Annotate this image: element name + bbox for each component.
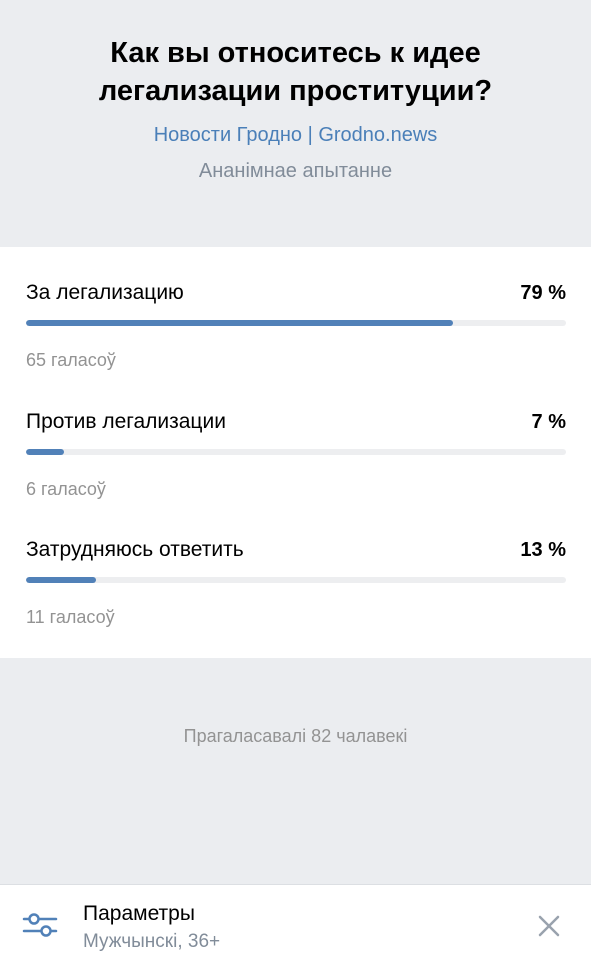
answer-percent: 13 % bbox=[520, 539, 566, 561]
answer-option[interactable]: Затрудняюсь ответить 13 % 11 галасоў bbox=[26, 537, 566, 647]
answer-option[interactable]: За легализацию 79 % 65 галасоў bbox=[26, 280, 566, 390]
poll-header: Как вы относитесь к идее легализации про… bbox=[0, 0, 591, 247]
poll-title: Как вы относитесь к идее легализации про… bbox=[98, 37, 493, 107]
answer-votes: 65 галасоў bbox=[26, 350, 116, 370]
answer-progress-track bbox=[26, 577, 566, 583]
answer-votes: 6 галасоў bbox=[26, 479, 106, 499]
answer-label: Против легализации bbox=[26, 410, 226, 433]
answer-option[interactable]: Против легализации 7 % 6 галасоў bbox=[26, 409, 566, 519]
answer-progress-fill bbox=[26, 449, 64, 455]
answer-progress-track bbox=[26, 320, 566, 326]
poll-source-link[interactable]: Новости Гродно | Grodno.news bbox=[0, 122, 591, 148]
answer-votes: 11 галасоў bbox=[26, 607, 115, 627]
answer-progress-fill bbox=[26, 320, 453, 326]
answer-progress-track bbox=[26, 449, 566, 455]
answer-progress-fill bbox=[26, 577, 97, 583]
answer-label: Затрудняюсь ответить bbox=[26, 538, 244, 561]
filter-subtitle: Мужчынскі, 36+ bbox=[83, 931, 221, 952]
answer-percent: 7 % bbox=[531, 411, 566, 433]
answer-label: За легализацию bbox=[26, 281, 184, 304]
filter-title: Параметры bbox=[83, 902, 195, 925]
close-icon[interactable] bbox=[536, 913, 562, 939]
poll-type: Ананімнае апытанне bbox=[198, 160, 393, 182]
answer-percent: 79 % bbox=[520, 282, 566, 304]
total-voters: Прагаласавалі 82 чалавекі bbox=[183, 726, 408, 746]
filter-bar[interactable]: Параметры Мужчынскі, 36+ bbox=[0, 884, 591, 972]
poll-answers: За легализацию 79 % 65 галасоў Против ле… bbox=[0, 247, 591, 658]
sliders-icon[interactable] bbox=[22, 910, 58, 940]
